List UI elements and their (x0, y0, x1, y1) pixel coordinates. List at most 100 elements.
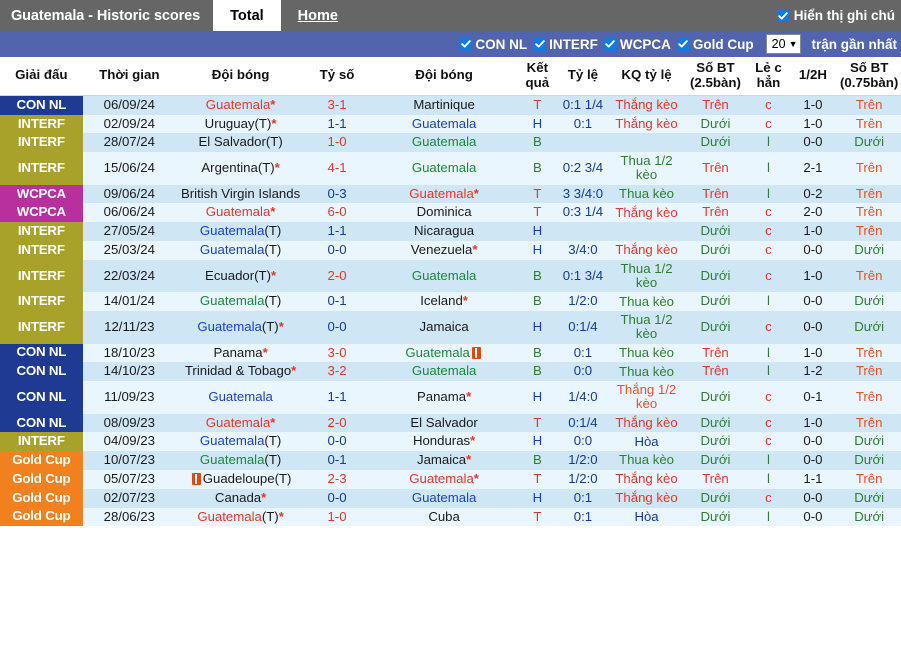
home-team[interactable]: Guatemala* (175, 95, 306, 115)
table-row[interactable]: INTERF 28/07/24 El Salvador(T) 1-0 Guatemala… (0, 133, 901, 153)
league-badge[interactable]: INTERF (0, 432, 83, 452)
league-badge[interactable]: CON NL (0, 413, 83, 433)
chevron-down-icon[interactable]: ▼ (789, 39, 798, 49)
table-row[interactable]: INTERF 02/09/24 Uruguay(T)* 1-1 Guatemala H 0:… (0, 114, 901, 134)
col-header-score[interactable]: Tỷ số (305, 57, 369, 96)
league-badge[interactable]: INTERF (0, 133, 83, 153)
away-team[interactable]: Venezuela* (368, 240, 520, 260)
col-header-odds-result[interactable]: KQ tỷ lệ (610, 57, 683, 96)
col-header-time[interactable]: Thời gian (82, 57, 176, 96)
home-team[interactable]: Guatemala(T) (175, 240, 306, 260)
away-team[interactable]: Guatemala (368, 152, 520, 185)
home-team[interactable]: Guatemala(T)* (175, 311, 306, 344)
away-team[interactable]: Guatemala* (368, 469, 520, 489)
filter-con-nl[interactable]: CON NL (459, 37, 527, 52)
home-team[interactable]: Guatemala* (175, 203, 306, 223)
league-badge[interactable]: Gold Cup (0, 451, 83, 470)
away-team[interactable]: Guatemala (368, 362, 520, 382)
league-badge[interactable]: CON NL (0, 362, 83, 382)
home-team[interactable]: El Salvador(T) (175, 133, 306, 153)
away-team[interactable]: Martinique (368, 95, 520, 115)
home-team[interactable]: Guatemala(T) (175, 432, 306, 452)
league-badge[interactable]: INTERF (0, 152, 83, 185)
checkbox-checked-icon[interactable] (676, 37, 690, 51)
table-row[interactable]: INTERF 12/11/23 Guatemala(T)* 0-0 Jamaica H 0:… (0, 311, 901, 344)
league-badge[interactable]: INTERF (0, 259, 83, 293)
away-team[interactable]: Guatemala* (368, 184, 520, 204)
away-team[interactable]: Guatemala (368, 343, 520, 363)
home-team[interactable]: Guatemala* (175, 413, 306, 433)
league-badge[interactable]: Gold Cup (0, 507, 83, 527)
col-header-odd-even[interactable]: Lẻ c hẳn (748, 57, 789, 96)
filter-wcpca[interactable]: WCPCA (603, 37, 671, 52)
col-header-ou-075[interactable]: Số BT (0.75bàn) (837, 57, 901, 96)
away-team[interactable]: Honduras* (368, 432, 520, 452)
tab-home[interactable]: Home (281, 0, 355, 31)
show-notes-toggle[interactable]: Hiển thị ghi chú (776, 0, 901, 31)
col-header-league[interactable]: Giải đấu (0, 57, 83, 96)
table-row[interactable]: INTERF 22/03/24 Ecuador(T)* 2-0 Guatemala B 0:… (0, 259, 901, 293)
home-team[interactable]: Canada* (175, 488, 306, 508)
away-team[interactable]: Cuba (368, 507, 520, 527)
table-row[interactable]: CON NL 11/09/23 Guatemala 1-1 Panama* H 1/4:0 T… (0, 381, 901, 414)
away-team[interactable]: Panama* (368, 381, 520, 414)
league-badge[interactable]: INTERF (0, 311, 83, 344)
table-row[interactable]: CON NL 08/09/23 Guatemala* 2-0 El Salvador T 0… (0, 413, 901, 433)
league-badge[interactable]: Gold Cup (0, 469, 83, 489)
table-row[interactable]: INTERF 04/09/23 Guatemala(T) 0-0 Honduras* H 0… (0, 432, 901, 452)
away-team[interactable]: Guatemala (368, 114, 520, 134)
home-team[interactable]: Guatemala(T)* (175, 507, 306, 527)
home-team[interactable]: Guatemala (175, 381, 306, 414)
table-row[interactable]: Gold Cup 05/07/23 Guadeloupe(T) 2-3 Guatemal… (0, 469, 901, 489)
league-badge[interactable]: INTERF (0, 240, 83, 260)
home-team[interactable]: Guatemala(T) (175, 292, 306, 312)
home-team[interactable]: Guatemala(T) (175, 451, 306, 470)
league-badge[interactable]: INTERF (0, 222, 83, 241)
col-header-home[interactable]: Đội bóng (175, 57, 306, 96)
league-badge[interactable]: Gold Cup (0, 488, 83, 508)
away-team[interactable]: Guatemala (368, 133, 520, 153)
home-team[interactable]: Trinidad & Tobago* (175, 362, 306, 382)
home-team[interactable]: Panama* (175, 343, 306, 363)
home-team[interactable]: Argentina(T)* (175, 152, 306, 185)
away-team[interactable]: Jamaica (368, 311, 520, 344)
away-team[interactable]: Dominica (368, 203, 520, 223)
filter-interf[interactable]: INTERF (533, 37, 598, 52)
table-row[interactable]: Gold Cup 02/07/23 Canada* 0-0 Guatemala H 0:1 T… (0, 488, 901, 508)
match-count-select[interactable]: 20 ▼ (765, 34, 802, 54)
table-row[interactable]: CON NL 14/10/23 Trinidad & Tobago* 3-2 Guate… (0, 362, 901, 382)
table-row[interactable]: Gold Cup 10/07/23 Guatemala(T) 0-1 Jamaica* B… (0, 451, 901, 470)
league-badge[interactable]: CON NL (0, 381, 83, 414)
col-header-away[interactable]: Đội bóng (368, 57, 520, 96)
away-team[interactable]: El Salvador (368, 413, 520, 433)
table-row[interactable]: WCPCA 06/06/24 Guatemala* 6-0 Dominica T 0:3 1… (0, 203, 901, 223)
table-row[interactable]: CON NL 06/09/24 Guatemala* 3-1 Martinique T 0:… (0, 95, 901, 115)
away-team[interactable]: Jamaica* (368, 451, 520, 470)
home-team[interactable]: Uruguay(T)* (175, 114, 306, 134)
col-header-odds[interactable]: Tỷ lệ (555, 57, 611, 96)
league-badge[interactable]: WCPCA (0, 203, 83, 223)
league-badge[interactable]: CON NL (0, 343, 83, 363)
col-header-ou-25[interactable]: Số BT (2.5bàn) (682, 57, 749, 96)
col-header-result[interactable]: Kết quả (519, 57, 556, 96)
table-row[interactable]: INTERF 25/03/24 Guatemala(T) 0-0 Venezuela* H… (0, 240, 901, 260)
home-team[interactable]: British Virgin Islands (175, 184, 306, 204)
checkbox-checked-icon[interactable] (459, 37, 473, 51)
home-team[interactable]: Ecuador(T)* (175, 259, 306, 293)
table-row[interactable]: Gold Cup 28/06/23 Guatemala(T)* 1-0 Cuba T 0:1… (0, 507, 901, 527)
table-row[interactable]: INTERF 14/01/24 Guatemala(T) 0-1 Iceland* B 1/… (0, 292, 901, 312)
away-team[interactable]: Nicaragua (368, 222, 520, 241)
checkbox-checked-icon[interactable] (776, 9, 790, 22)
checkbox-checked-icon[interactable] (533, 37, 547, 51)
away-team[interactable]: Iceland* (368, 292, 520, 312)
home-team[interactable]: Guadeloupe(T) (175, 469, 306, 489)
league-badge[interactable]: WCPCA (0, 184, 83, 204)
tab-total[interactable]: Total (213, 0, 281, 31)
league-badge[interactable]: INTERF (0, 114, 83, 134)
table-row[interactable]: WCPCA 09/06/24 British Virgin Islands 0-3 Gu… (0, 184, 901, 204)
col-header-half-time[interactable]: 1/2H (788, 57, 838, 96)
checkbox-checked-icon[interactable] (603, 37, 617, 51)
table-row[interactable]: INTERF 27/05/24 Guatemala(T) 1-1 Nicaragua H D… (0, 222, 901, 241)
home-team[interactable]: Guatemala(T) (175, 222, 306, 241)
away-team[interactable]: Guatemala (368, 259, 520, 293)
